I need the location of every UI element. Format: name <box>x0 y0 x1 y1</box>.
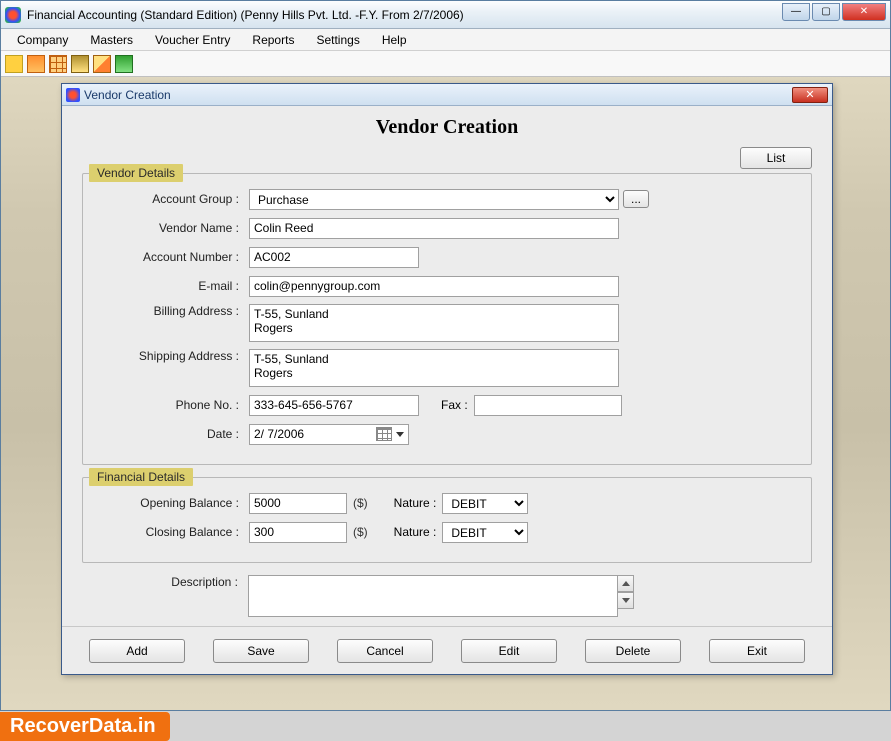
date-label: Date : <box>99 427 249 441</box>
vendor-creation-dialog: Vendor Creation ✕ Vendor Creation List V… <box>61 83 833 675</box>
financial-details-group: Financial Details Opening Balance : ($) … <box>82 477 812 563</box>
account-group-select[interactable]: Purchase <box>249 189 619 210</box>
dialog-titlebar: Vendor Creation ✕ <box>62 84 832 106</box>
dialog-title: Vendor Creation <box>84 88 792 102</box>
app-icon <box>5 7 21 23</box>
toolbar <box>1 51 890 77</box>
phone-input[interactable] <box>249 395 419 416</box>
toolbar-grid-icon[interactable] <box>49 55 67 73</box>
chevron-down-icon <box>622 598 630 603</box>
opening-nature-select[interactable]: DEBIT <box>442 493 528 514</box>
dialog-footer: Add Save Cancel Edit Delete Exit <box>62 626 832 674</box>
watermark: RecoverData.in <box>0 712 170 741</box>
toolbar-edit-icon[interactable] <box>27 55 45 73</box>
phone-label: Phone No. : <box>99 398 249 412</box>
vendor-details-legend: Vendor Details <box>89 164 183 182</box>
save-button[interactable]: Save <box>213 639 309 663</box>
opening-balance-label: Opening Balance : <box>99 496 249 510</box>
main-window: Financial Accounting (Standard Edition) … <box>0 0 891 711</box>
maximize-button[interactable]: ▢ <box>812 3 840 21</box>
delete-button[interactable]: Delete <box>585 639 681 663</box>
dialog-close-button[interactable]: ✕ <box>792 87 828 103</box>
toolbar-new-icon[interactable] <box>5 55 23 73</box>
closing-nature-select[interactable]: DEBIT <box>442 522 528 543</box>
closing-balance-input[interactable] <box>249 522 347 543</box>
menu-reports[interactable]: Reports <box>242 31 304 49</box>
toolbar-chart-icon[interactable] <box>115 55 133 73</box>
closing-nature-label: Nature : <box>390 525 443 539</box>
menu-voucher-entry[interactable]: Voucher Entry <box>145 31 240 49</box>
chevron-up-icon <box>622 581 630 586</box>
description-scroll <box>617 575 634 609</box>
add-button[interactable]: Add <box>89 639 185 663</box>
exit-button[interactable]: Exit <box>709 639 805 663</box>
financial-details-legend: Financial Details <box>89 468 193 486</box>
scroll-down-button[interactable] <box>617 592 634 609</box>
dialog-body: List Vendor Details Account Group : Purc… <box>62 147 832 627</box>
email-label: E-mail : <box>99 279 249 293</box>
description-label: Description : <box>98 575 248 589</box>
billing-address-label: Billing Address : <box>99 304 249 318</box>
window-title: Financial Accounting (Standard Edition) … <box>27 8 780 22</box>
opening-currency-label: ($) <box>347 496 390 510</box>
account-group-label: Account Group : <box>99 192 249 206</box>
vendor-details-group: Vendor Details Account Group : Purchase … <box>82 173 812 465</box>
shipping-address-input[interactable]: T-55, Sunland Rogers <box>249 349 619 387</box>
dialog-heading: Vendor Creation <box>62 106 832 147</box>
email-input[interactable] <box>249 276 619 297</box>
date-value: 2/ 7/2006 <box>254 427 304 441</box>
date-dropdown-icon[interactable] <box>396 432 404 437</box>
menu-help[interactable]: Help <box>372 31 417 49</box>
shipping-address-label: Shipping Address : <box>99 349 249 363</box>
window-controls: — ▢ ✕ <box>780 3 886 23</box>
menu-masters[interactable]: Masters <box>80 31 143 49</box>
toolbar-balance-icon[interactable] <box>71 55 89 73</box>
date-input[interactable]: 2/ 7/2006 <box>249 424 409 445</box>
toolbar-pencil-icon[interactable] <box>93 55 111 73</box>
edit-button[interactable]: Edit <box>461 639 557 663</box>
account-number-input[interactable] <box>249 247 419 268</box>
opening-balance-input[interactable] <box>249 493 347 514</box>
main-titlebar: Financial Accounting (Standard Edition) … <box>1 1 890 29</box>
account-group-browse-button[interactable]: ... <box>623 190 649 208</box>
minimize-button[interactable]: — <box>782 3 810 21</box>
billing-address-input[interactable]: T-55, Sunland Rogers <box>249 304 619 342</box>
closing-currency-label: ($) <box>347 525 390 539</box>
menu-settings[interactable]: Settings <box>306 31 369 49</box>
close-button[interactable]: ✕ <box>842 3 886 21</box>
calendar-icon[interactable] <box>376 427 392 441</box>
fax-label: Fax : <box>423 398 474 412</box>
vendor-name-input[interactable] <box>249 218 619 239</box>
fax-input[interactable] <box>474 395 622 416</box>
cancel-button[interactable]: Cancel <box>337 639 433 663</box>
vendor-name-label: Vendor Name : <box>99 221 249 235</box>
description-input[interactable] <box>248 575 618 617</box>
menubar: Company Masters Voucher Entry Reports Se… <box>1 29 890 51</box>
scroll-up-button[interactable] <box>617 575 634 592</box>
opening-nature-label: Nature : <box>390 496 443 510</box>
list-button[interactable]: List <box>740 147 812 169</box>
account-number-label: Account Number : <box>99 250 249 264</box>
dialog-icon <box>66 88 80 102</box>
closing-balance-label: Closing Balance : <box>99 525 249 539</box>
menu-company[interactable]: Company <box>7 31 78 49</box>
